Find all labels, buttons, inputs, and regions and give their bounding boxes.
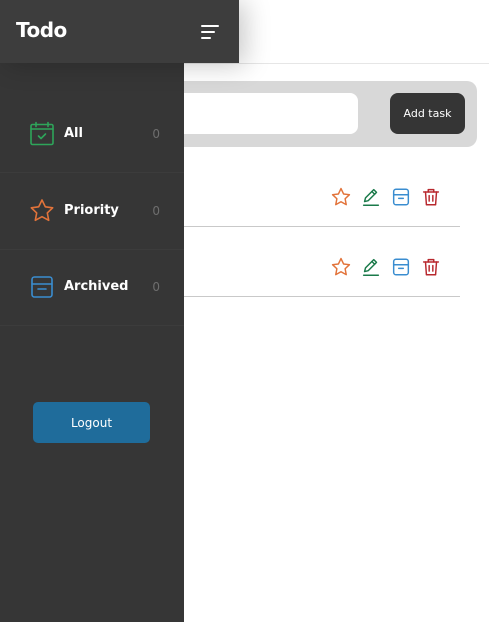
sidebar-item-count: 0	[152, 280, 160, 294]
sidebar-item-archived[interactable]: Archived 0	[0, 249, 184, 326]
sidebar-item-label: All	[64, 126, 83, 141]
app-header: Todo	[0, 0, 239, 63]
menu-toggle-icon[interactable]	[198, 21, 222, 43]
task-row	[150, 156, 460, 227]
archive-icon[interactable]	[389, 185, 412, 208]
sidebar-item-label: Archived	[64, 279, 129, 294]
star-icon[interactable]	[329, 185, 352, 208]
task-row	[150, 226, 460, 297]
sidebar-item-count: 0	[152, 127, 160, 141]
sidebar-item-count: 0	[152, 204, 160, 218]
sidebar: All 0 Priority 0 Archived 0 Logout	[0, 63, 184, 622]
sidebar-item-all[interactable]: All 0	[0, 96, 184, 173]
delete-icon[interactable]	[419, 255, 442, 278]
archive-icon	[29, 274, 55, 300]
calendar-check-icon	[29, 121, 55, 147]
edit-icon[interactable]	[359, 255, 382, 278]
edit-icon[interactable]	[359, 185, 382, 208]
logout-button[interactable]: Logout	[33, 402, 150, 443]
app-title: Todo	[16, 18, 67, 42]
star-icon	[29, 198, 55, 224]
sidebar-item-priority[interactable]: Priority 0	[0, 173, 184, 250]
sidebar-item-label: Priority	[64, 203, 119, 218]
delete-icon[interactable]	[419, 185, 442, 208]
star-icon[interactable]	[329, 255, 352, 278]
add-task-button[interactable]: Add task	[390, 93, 465, 134]
archive-icon[interactable]	[389, 255, 412, 278]
